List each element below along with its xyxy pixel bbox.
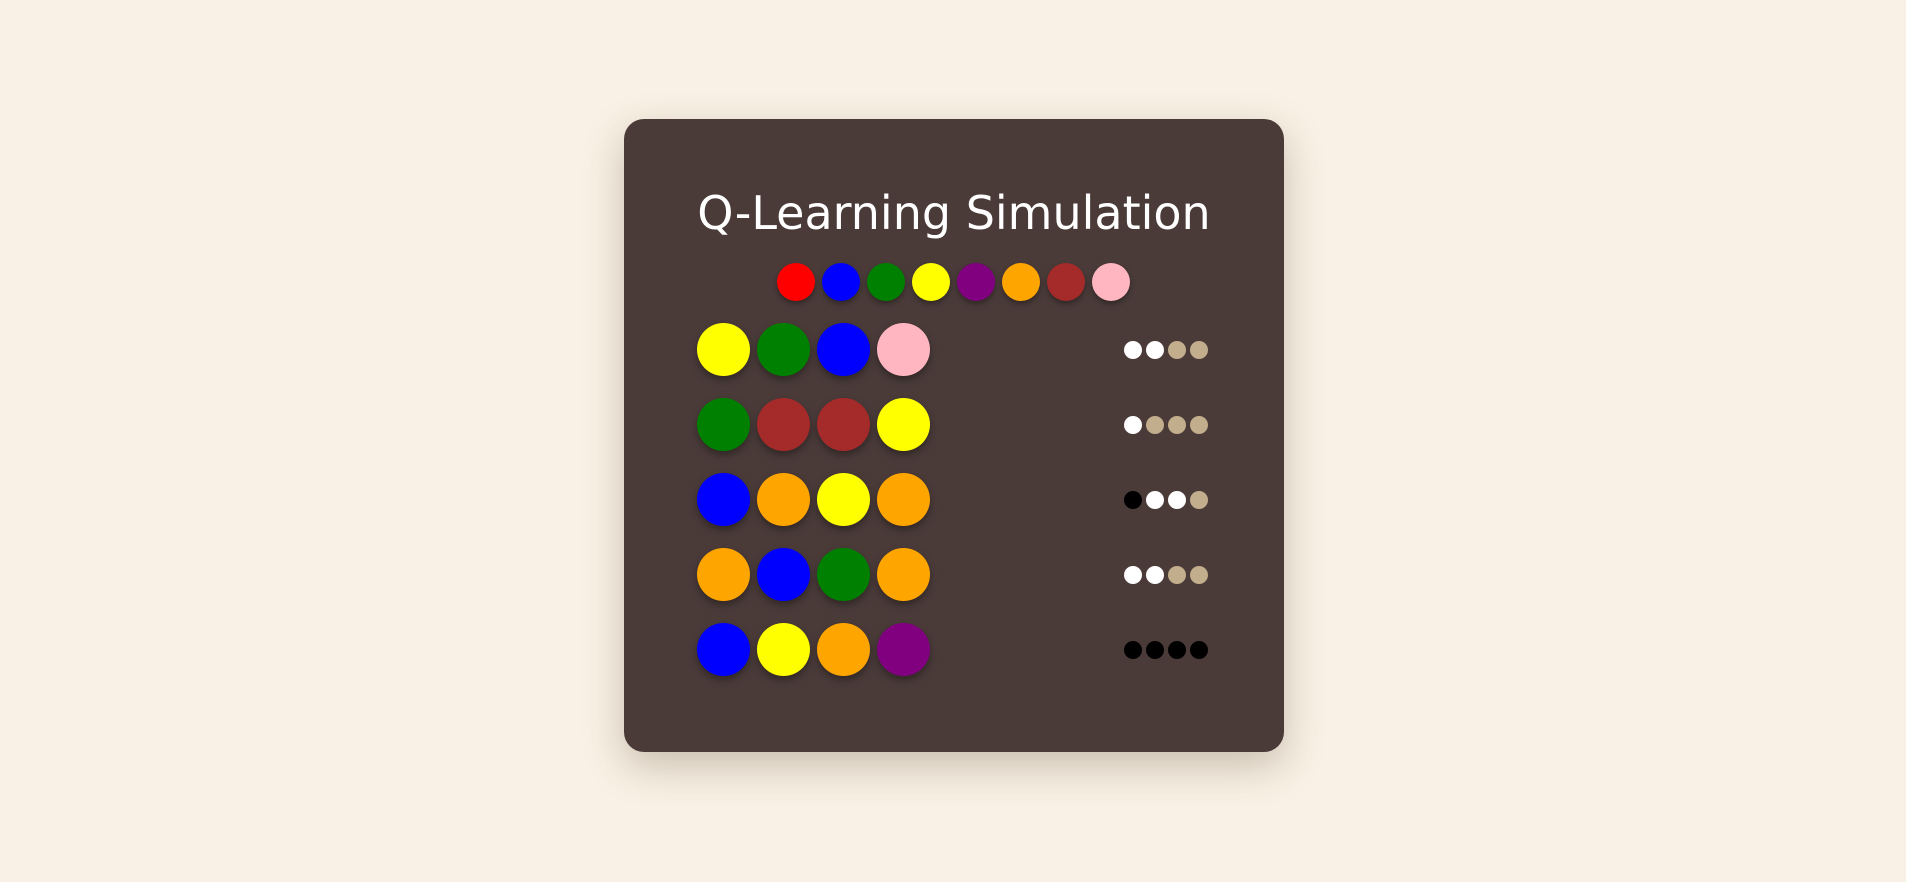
feedback-peg-white	[1168, 491, 1186, 509]
feedback-peg-black	[1146, 641, 1164, 659]
feedback-peg-black	[1124, 491, 1142, 509]
palette-peg-blue[interactable]	[822, 263, 860, 301]
guess-pegs	[697, 548, 930, 601]
game-card: Q-Learning Simulation	[624, 119, 1284, 752]
guess-peg-orange	[757, 473, 810, 526]
page-title: Q-Learning Simulation	[697, 186, 1211, 240]
guess-peg-green	[817, 548, 870, 601]
feedback-peg-empty	[1146, 416, 1164, 434]
guess-pegs	[697, 323, 930, 376]
guess-peg-green	[697, 398, 750, 451]
feedback-peg-empty	[1168, 566, 1186, 584]
guess-peg-blue	[697, 473, 750, 526]
guess-peg-purple	[877, 623, 930, 676]
feedback-peg-black	[1124, 641, 1142, 659]
feedback-pegs	[1124, 566, 1208, 584]
palette-peg-pink[interactable]	[1092, 263, 1130, 301]
guess-row	[697, 473, 1217, 548]
guess-peg-yellow	[757, 623, 810, 676]
palette-peg-green[interactable]	[867, 263, 905, 301]
feedback-peg-empty	[1168, 416, 1186, 434]
feedback-peg-white	[1146, 491, 1164, 509]
palette-peg-yellow[interactable]	[912, 263, 950, 301]
palette-peg-red[interactable]	[777, 263, 815, 301]
guess-row	[697, 623, 1217, 698]
feedback-peg-black	[1168, 641, 1186, 659]
guess-peg-orange	[697, 548, 750, 601]
guess-pegs	[697, 623, 930, 676]
guess-row	[697, 323, 1217, 398]
feedback-peg-black	[1190, 641, 1208, 659]
feedback-peg-empty	[1190, 416, 1208, 434]
guess-peg-yellow	[697, 323, 750, 376]
guess-peg-yellow	[817, 473, 870, 526]
palette-peg-purple[interactable]	[957, 263, 995, 301]
guess-peg-brown	[757, 398, 810, 451]
guess-row	[697, 548, 1217, 623]
guess-peg-pink	[877, 323, 930, 376]
guess-peg-green	[757, 323, 810, 376]
palette-peg-orange[interactable]	[1002, 263, 1040, 301]
feedback-peg-empty	[1190, 491, 1208, 509]
guess-peg-brown	[817, 398, 870, 451]
guess-peg-blue	[757, 548, 810, 601]
guess-peg-orange	[877, 548, 930, 601]
feedback-peg-white	[1146, 566, 1164, 584]
feedback-pegs	[1124, 641, 1208, 659]
guess-peg-blue	[697, 623, 750, 676]
feedback-peg-white	[1124, 341, 1142, 359]
feedback-pegs	[1124, 341, 1208, 359]
guess-peg-orange	[877, 473, 930, 526]
guess-row	[697, 398, 1217, 473]
feedback-peg-empty	[1190, 341, 1208, 359]
color-palette	[777, 263, 1130, 301]
guess-peg-orange	[817, 623, 870, 676]
guess-peg-blue	[817, 323, 870, 376]
feedback-peg-white	[1124, 566, 1142, 584]
feedback-peg-empty	[1190, 566, 1208, 584]
guess-pegs	[697, 398, 930, 451]
guess-peg-yellow	[877, 398, 930, 451]
feedback-peg-white	[1146, 341, 1164, 359]
guess-board	[697, 323, 1217, 698]
feedback-peg-empty	[1168, 341, 1186, 359]
feedback-peg-white	[1124, 416, 1142, 434]
feedback-pegs	[1124, 491, 1208, 509]
guess-pegs	[697, 473, 930, 526]
feedback-pegs	[1124, 416, 1208, 434]
palette-peg-brown[interactable]	[1047, 263, 1085, 301]
